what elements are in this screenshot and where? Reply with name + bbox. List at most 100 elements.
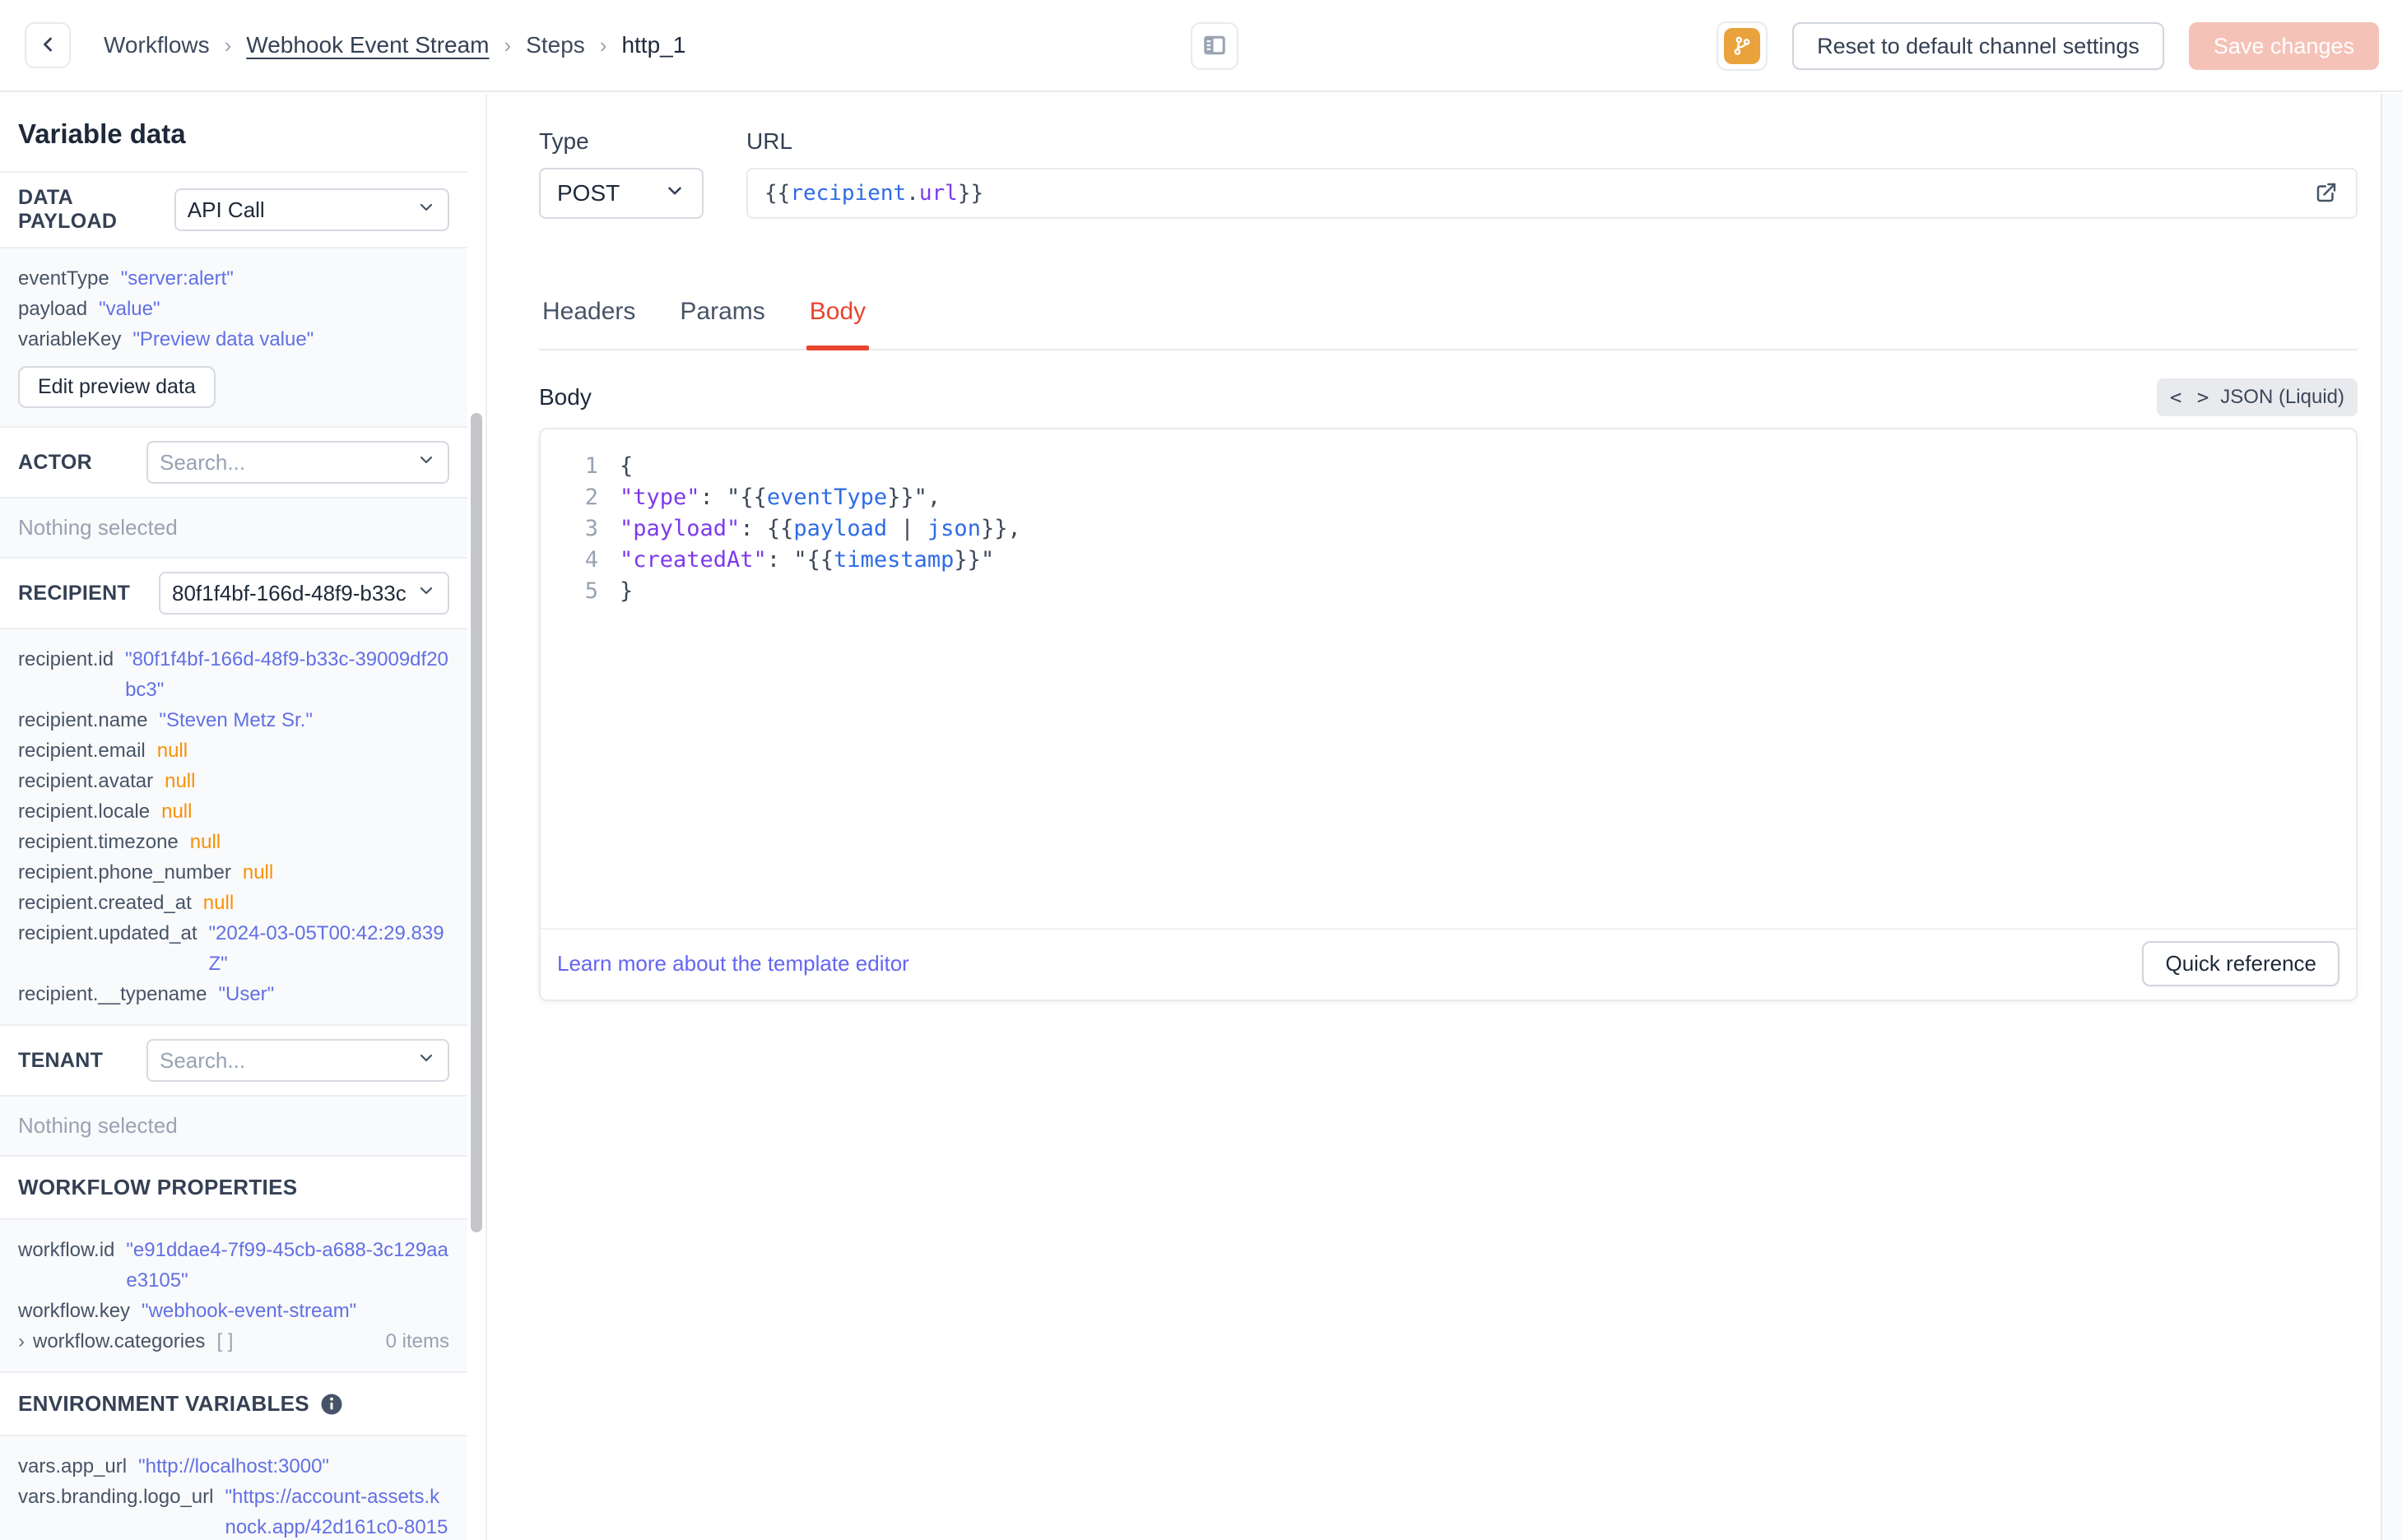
line-number: 1 [584, 453, 598, 479]
expand-url-button[interactable] [2305, 172, 2348, 215]
kv-value: "value" [99, 298, 160, 320]
kv-key: vars.app_url [18, 1455, 128, 1477]
quick-reference-button[interactable]: Quick reference [2142, 941, 2339, 986]
kv-value: "2024-03-05T00:42:29.839Z" [208, 922, 444, 975]
actor-empty-note: Nothing selected [18, 515, 178, 540]
kv-key: eventType [18, 267, 109, 290]
tab-params[interactable]: Params [676, 298, 768, 349]
workflow-properties-title: WORKFLOW PROPERTIES [18, 1175, 298, 1199]
breadcrumb-separator: › [224, 32, 232, 58]
git-branch-icon [1724, 28, 1761, 64]
actor-section: ACTOR Search... [0, 428, 467, 499]
body-code-editor[interactable]: 1{2 "type": "{{eventType}}", 3 "payload": {… [541, 429, 2356, 930]
kv-key: workflow.categories [33, 1330, 206, 1352]
url-value: {{recipient.url}} [764, 181, 984, 206]
kv-key: recipient.updated_at [18, 922, 197, 944]
edit-preview-data-button[interactable]: Edit preview data [18, 366, 216, 408]
tenant-empty-section: Nothing selected [0, 1097, 467, 1157]
kv-row: workflow.key "webhook-event-stream" [18, 1296, 449, 1326]
kv-row: recipient.timezone null [18, 827, 449, 857]
code-icon: < > [2169, 386, 2211, 409]
sidebar-title-section: Variable data [0, 94, 467, 173]
kv-value: null [156, 740, 188, 762]
template-editor-docs-link[interactable]: Learn more about the template editor [557, 951, 909, 976]
kv-row: recipient.created_at null [18, 888, 449, 918]
line-number: 2 [584, 485, 598, 510]
recipient-section: RECIPIENT 80f1f4bf-166d-48f9-b33c [0, 559, 467, 629]
environment-variables-section: vars.app_url "http://localhost:3000" vars.… [0, 1436, 467, 1540]
kv-value: "https://account-assets.knock.app/42d161… [225, 1486, 448, 1538]
tab-body[interactable]: Body [806, 298, 870, 350]
breadcrumb-separator: › [504, 32, 512, 58]
kv-count: 0 items [385, 1330, 449, 1352]
right-gutter [2381, 94, 2402, 1540]
tab-headers[interactable]: Headers [539, 298, 639, 349]
kv-value: "Preview data value" [132, 328, 314, 350]
kv-key: workflow.id [18, 1239, 115, 1261]
breadcrumb-item-http-1: http_1 [621, 32, 686, 58]
external-link-icon [2314, 180, 2339, 207]
breadcrumb-item-workflows[interactable]: Workflows [104, 32, 210, 58]
chevron-down-icon [416, 581, 436, 606]
kv-row[interactable]: › workflow.categories [ ] 0 items [18, 1326, 449, 1357]
code-line: 5} [560, 576, 2356, 607]
kv-row: payload "value" [18, 294, 449, 324]
kv-value: "Steven Metz Sr." [159, 709, 313, 731]
data-payload-select[interactable]: API Call [174, 188, 449, 231]
language-badge: < > JSON (Liquid) [2156, 378, 2358, 416]
breadcrumb-separator: › [599, 32, 607, 58]
info-icon[interactable] [319, 1392, 344, 1417]
sidebar-scrollbar-thumb[interactable] [471, 413, 482, 1232]
kv-row: variableKey "Preview data value" [18, 324, 449, 355]
workflow-properties-section: workflow.id "e91ddae4-7f99-45cb-a688-3c12… [0, 1220, 467, 1373]
code-line: 1{ [560, 451, 2356, 482]
kv-key: recipient.email [18, 740, 146, 762]
recipient-select[interactable]: 80f1f4bf-166d-48f9-b33c [159, 572, 449, 615]
actor-empty-section: Nothing selected [0, 499, 467, 559]
chevron-down-icon [416, 1048, 436, 1074]
save-changes-button[interactable]: Save changes [2188, 22, 2379, 70]
kv-value: "80f1f4bf-166d-48f9-b33c-39009df20bc3" [125, 648, 448, 701]
url-input[interactable]: {{recipient.url}} [746, 168, 2358, 219]
breadcrumb-item-webhook-event-stream[interactable]: Webhook Event Stream [246, 32, 489, 58]
environment-variables-header: ENVIRONMENT VARIABLES [0, 1373, 467, 1436]
kv-row: workflow.id "e91ddae4-7f99-45cb-a688-3c12… [18, 1235, 449, 1296]
chevron-right-icon: › [18, 1330, 25, 1352]
kv-key: variableKey [18, 328, 122, 350]
actor-search-select[interactable]: Search... [146, 441, 449, 484]
kv-key: recipient.created_at [18, 892, 192, 914]
chevron-down-icon [416, 450, 436, 475]
chevron-down-icon [416, 197, 436, 223]
kv-value: null [242, 861, 274, 884]
step-editor-main: Type POST URL {{recipient.url}} Headers … [486, 94, 2381, 1540]
kv-value: null [165, 770, 196, 792]
tenant-search-select[interactable]: Search... [146, 1039, 449, 1082]
line-number: 4 [584, 547, 598, 573]
kv-row: recipient.name "Steven Metz Sr." [18, 705, 449, 735]
breadcrumb: Workflows › Webhook Event Stream › Steps › htt… [104, 32, 685, 58]
panel-layout-icon [1200, 30, 1229, 63]
kv-key: vars.branding.logo_url [18, 1486, 214, 1508]
kv-value: [ ] [216, 1330, 234, 1352]
header-actions: Reset to default channel settings Save c… [1717, 21, 2379, 71]
back-button[interactable] [25, 22, 71, 68]
body-section-label: Body [539, 384, 592, 410]
kv-key: recipient.__typename [18, 983, 207, 1005]
commit-changes-button[interactable] [1717, 21, 1768, 71]
workflow-properties-header: WORKFLOW PROPERTIES [0, 1157, 467, 1220]
tenant-section: TENANT Search... [0, 1026, 467, 1097]
method-select[interactable]: POST [539, 168, 704, 219]
kv-value: "User" [218, 983, 275, 1005]
kv-key: workflow.key [18, 1300, 131, 1322]
reset-channel-settings-button[interactable]: Reset to default channel settings [1792, 22, 2164, 70]
kv-value: null [161, 800, 193, 823]
kv-value: "webhook-event-stream" [142, 1300, 357, 1322]
type-label: Type [539, 128, 589, 154]
sidebar-toggle-button[interactable] [1191, 22, 1238, 70]
kv-row: recipient.id "80f1f4bf-166d-48f9-b33c-390… [18, 644, 449, 705]
data-payload-label: DATA PAYLOAD [18, 186, 118, 233]
breadcrumb-item-steps[interactable]: Steps [526, 32, 585, 58]
kv-row: recipient.avatar null [18, 766, 449, 796]
data-payload-section: DATA PAYLOAD API Call [0, 173, 467, 248]
kv-value: "server:alert" [120, 267, 234, 290]
